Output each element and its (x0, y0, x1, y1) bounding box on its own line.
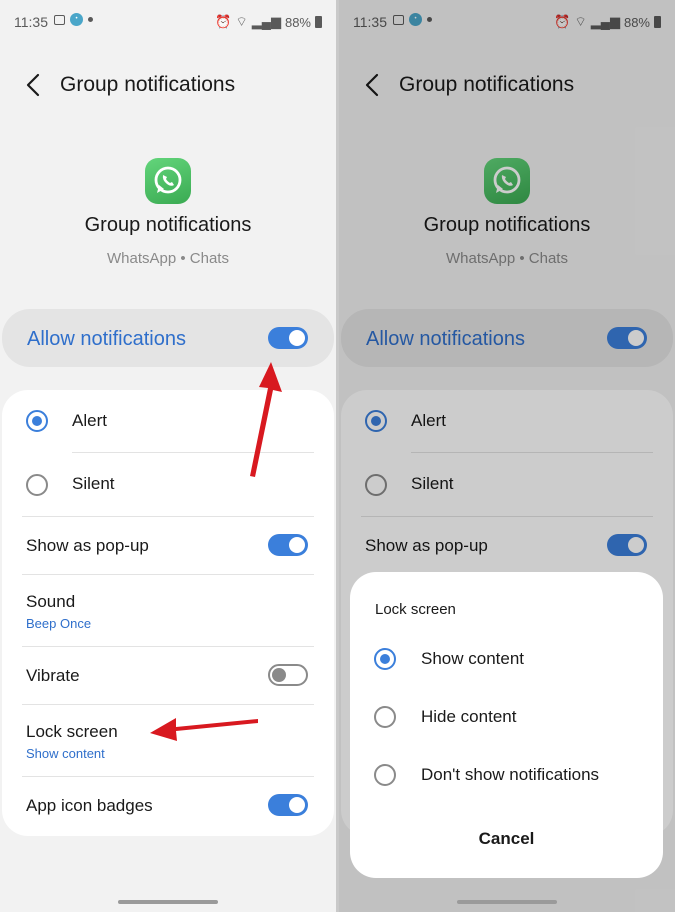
home-indicator[interactable] (457, 900, 557, 904)
dont-show-notifications-option[interactable]: Don't show notifications (350, 746, 663, 804)
show-content-radio[interactable] (374, 648, 396, 670)
show-content-label: Show content (421, 649, 525, 668)
home-indicator[interactable] (118, 900, 218, 904)
annotation-arrow-icon (150, 718, 258, 741)
dont-show-notifications-label: Don't show notifications (421, 765, 600, 784)
dont-show-notifications-radio[interactable] (374, 764, 396, 786)
right-screen: 11:35 • ⏰ ⌔ ▂▄▆ 88% Group notifications … (339, 0, 675, 912)
left-screen: 11:35 • ⏰ ⌔ ▂▄▆ 88% Group notifications … (0, 0, 336, 912)
show-content-option[interactable]: Show content (350, 630, 663, 688)
hide-content-label: Hide content (421, 707, 517, 726)
annotation-arrow-icon (250, 362, 282, 477)
lock-screen-dialog: Lock screen Show content Hide content Do… (350, 572, 663, 878)
lock-screen-dialog-title: Lock screen (375, 601, 456, 618)
hide-content-option[interactable]: Hide content (350, 688, 663, 746)
annotation-arrows (150, 362, 282, 741)
hide-content-radio[interactable] (374, 706, 396, 728)
cancel-button[interactable]: Cancel (350, 829, 663, 849)
